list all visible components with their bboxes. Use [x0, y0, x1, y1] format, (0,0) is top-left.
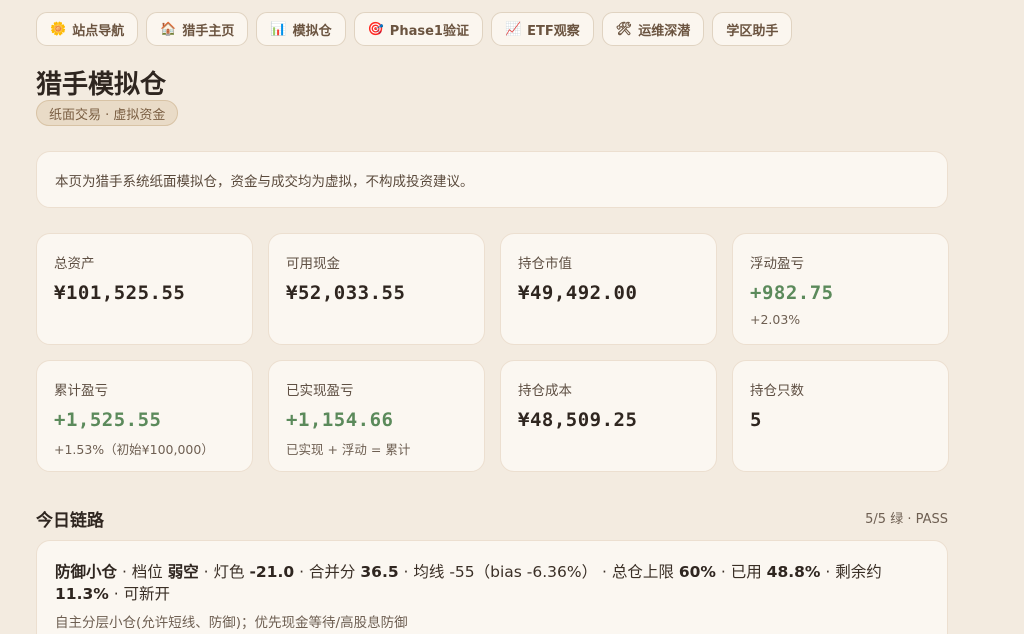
- chain-text: · 档位: [117, 563, 168, 581]
- chain-cap: 60%: [678, 563, 716, 581]
- nav-label: 运维深潜: [638, 23, 691, 39]
- target-icon: 🎯: [367, 21, 384, 37]
- card-cash: 可用现金 ¥52,033.55: [268, 233, 485, 345]
- chain-text: · 剩余约: [820, 563, 882, 581]
- card-value: ¥49,492.00: [518, 282, 638, 304]
- card-sub: +1.53%（初始¥100,000）: [54, 442, 214, 457]
- page-title: 猎手模拟仓: [36, 70, 167, 100]
- card-label: 累计盈亏: [54, 383, 108, 399]
- chain-card: 防御小仓 · 档位 弱空 · 灯色 -21.0 · 合并分 36.5 · 均线 …: [36, 540, 948, 634]
- chain-level: 弱空: [167, 563, 199, 581]
- card-value: +1,154.66: [286, 409, 394, 431]
- card-label: 可用现金: [286, 256, 340, 272]
- card-label: 持仓成本: [518, 383, 572, 399]
- nav-ops[interactable]: 🛠 运维深潜: [601, 12, 705, 46]
- card-value: +982.75: [750, 282, 834, 304]
- nav-sim-portfolio[interactable]: 📊 模拟仓: [256, 12, 346, 46]
- chain-remain: 11.3%: [55, 585, 109, 603]
- disclaimer-notice: 本页为猎手系统纸面模拟仓，资金与成交均为虚拟，不构成投资建议。: [36, 151, 948, 208]
- card-value: ¥52,033.55: [286, 282, 406, 304]
- mode-badge: 纸面交易 · 虚拟资金: [36, 100, 179, 126]
- card-market-value: 持仓市值 ¥49,492.00: [500, 233, 717, 345]
- chain-score: 36.5: [360, 563, 399, 581]
- chain-text: · 已用: [715, 563, 767, 581]
- chain-status: 5/5 绿 · PASS: [865, 512, 948, 527]
- card-sub: +2.03%: [750, 312, 801, 327]
- card-realized-pnl: 已实现盈亏 +1,154.66 已实现 + 浮动 = 累计: [268, 360, 485, 472]
- nav-etf[interactable]: 📈 ETF观察: [490, 12, 594, 46]
- card-label: 已实现盈亏: [286, 383, 354, 399]
- card-floating-pnl: 浮动盈亏 +982.75 +2.03%: [732, 233, 949, 345]
- nav-label: 猎手主页: [182, 23, 235, 39]
- card-label: 总资产: [54, 256, 95, 272]
- nav-label: 站点导航: [72, 23, 125, 39]
- chain-used: 48.8%: [766, 563, 821, 581]
- card-label: 持仓市值: [518, 256, 572, 272]
- line-chart-icon: 📈: [504, 21, 522, 37]
- card-total-assets: 总资产 ¥101,525.55: [36, 233, 253, 345]
- chain-text: · 灯色: [198, 563, 250, 581]
- card-label: 持仓只数: [750, 383, 804, 399]
- chain-text: · 可新开: [108, 585, 171, 603]
- house-icon: 🏠: [160, 21, 177, 37]
- card-label: 浮动盈亏: [750, 256, 804, 272]
- chain-mode: 防御小仓: [55, 563, 118, 581]
- card-cumulative-pnl: 累计盈亏 +1,525.55 +1.53%（初始¥100,000）: [36, 360, 253, 472]
- card-value: ¥48,509.25: [518, 409, 638, 431]
- tools-icon: 🛠: [615, 21, 633, 37]
- chain-summary: 防御小仓 · 档位 弱空 · 灯色 -21.0 · 合并分 36.5 · 均线 …: [55, 561, 929, 605]
- nav-label: ETF观察: [527, 23, 580, 39]
- chain-text: · 合并分: [294, 563, 361, 581]
- page: 🌼 站点导航 🏠 猎手主页 📊 模拟仓 🎯 Phase1验证 📈 ETF观察 🛠…: [0, 0, 1024, 634]
- nav-school[interactable]: 学区助手: [712, 12, 793, 46]
- section-title-chain: 今日链路: [36, 511, 104, 531]
- chain-text: · 均线 -55（bias -6.36%） · 总仓上限: [398, 563, 679, 581]
- nav-hunter-home[interactable]: 🏠 猎手主页: [146, 12, 249, 46]
- card-value: +1,525.55: [54, 409, 162, 431]
- flower-icon: 🌼: [50, 21, 67, 37]
- bar-chart-icon: 📊: [270, 21, 287, 37]
- card-sub: 已实现 + 浮动 = 累计: [286, 442, 411, 457]
- card-value: ¥101,525.55: [54, 282, 186, 304]
- nav-label: 模拟仓: [292, 23, 332, 39]
- nav-site-guide[interactable]: 🌼 站点导航: [36, 12, 139, 46]
- chain-sub: 自主分层小仓(允许短线、防御)；优先现金等待/高股息防御: [55, 615, 408, 631]
- chain-light: -21.0: [249, 563, 295, 581]
- nav-phase1[interactable]: 🎯 Phase1验证: [353, 12, 483, 46]
- nav-label: 学区助手: [726, 23, 779, 39]
- nav-label: Phase1验证: [389, 23, 469, 39]
- top-nav: 🌼 站点导航 🏠 猎手主页 📊 模拟仓 🎯 Phase1验证 📈 ETF观察 🛠…: [36, 12, 793, 46]
- card-position-cost: 持仓成本 ¥48,509.25: [500, 360, 717, 472]
- card-position-count: 持仓只数 5: [732, 360, 949, 472]
- card-value: 5: [750, 409, 762, 431]
